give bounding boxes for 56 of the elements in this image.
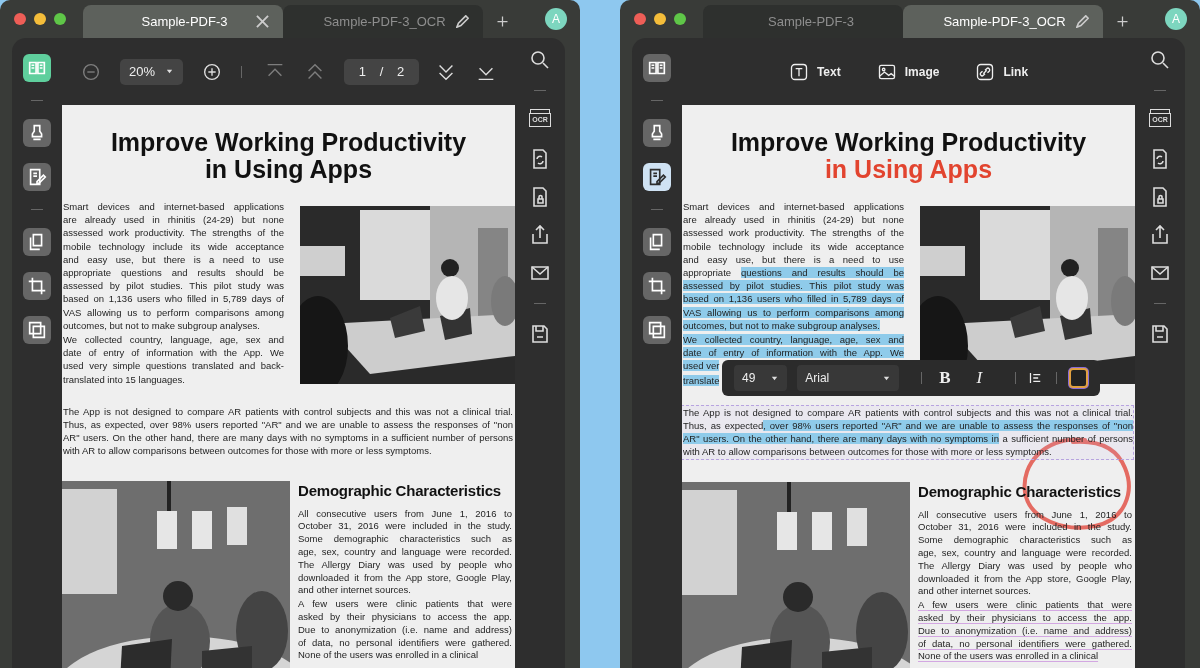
book-button[interactable]: [23, 54, 51, 82]
italic-button[interactable]: I: [968, 368, 991, 388]
document-title: Improve Working Productivity: [729, 129, 1088, 156]
tab[interactable]: Sample-PDF-3_OCR: [283, 5, 483, 38]
window-zoom-button[interactable]: [674, 13, 686, 25]
plus-icon[interactable]: [1115, 14, 1130, 29]
close-icon[interactable]: [256, 15, 269, 28]
paragraph: Smart devices and internet-based applications are already used in rhinitis (24-29) but none assessed work productivity. The strengths of the mobile technology include its wide acceptance and easy use, but there is a need to use appropriate questions and results should be assessed by pilot studies. This pilot study was based on 1,136 users who filled in 5,789 days of VAS allowing us to perform comparisons among outcomes, but not to make subgroup analyses.: [682, 200, 905, 333]
paragraph: A few users were clinic patients that were asked by their physicians to access the app. Due to anonymization (i.e. name and address) of data, no personal identifiers were gathered. None of the users was enrolled in a clinical: [917, 598, 1133, 664]
paragraph: We collected country, language, age, sex and date of entry of information with the App. We used very simple questions translated and back- translated into 15 languages.: [62, 333, 285, 387]
link-tool-icon: [975, 61, 996, 82]
paragraph: The App is not designed to compare AR patients with control subjects and this was not a clinical trial. Thus, as expected, over 98% users reported "AR" and we are unable to assess the responses of "non AR" users. On the other hand, there are many days with no symptoms in a sufficient number of persons with AR to allow comparisons between outcomes for those with more or less symptoms.: [62, 404, 514, 459]
font-size-dropdown[interactable]: 49: [734, 365, 788, 391]
tab[interactable]: Sample-PDF-3_OCR: [903, 5, 1103, 38]
document-title: in Using Apps: [204, 156, 373, 183]
caret-icon: [165, 67, 174, 76]
stack-icon: [646, 319, 668, 341]
window-minimize-button[interactable]: [654, 13, 666, 25]
stack-icon: [26, 319, 48, 341]
pages-button[interactable]: [643, 228, 671, 256]
image-tool-button[interactable]: Image: [876, 61, 940, 82]
crop-button[interactable]: [643, 272, 671, 300]
window-zoom-button[interactable]: [54, 13, 66, 25]
pages-button[interactable]: [23, 228, 51, 256]
window-close-button[interactable]: [634, 13, 646, 25]
paragraph: Smart devices and internet-based applications are already used in rhinitis (24-29) but none assessed work productivity. The strengths of the mobile technology include its wide acceptance and easy use, but there is a need to use appropriate questions and results should be assessed by pilot studies. This pilot study was based on 1,136 users who filled in 5,789 days of VAS allowing us to perform comparisons among outcomes, but not to make subgroup analyses.: [62, 200, 285, 333]
tab[interactable]: Sample-PDF-3: [703, 5, 903, 38]
marker-button[interactable]: [23, 119, 51, 147]
window-minimize-button[interactable]: [34, 13, 46, 25]
font-dropdown[interactable]: Arial: [797, 365, 899, 391]
page-field[interactable]: 1 / 2: [343, 58, 419, 85]
paragraph: All consecutive users from June 1, 2016 to October 31, 2016 were included in the study. Some demographic characteristics such as age, sex, country and language were recorded. The Allergy Diary was used by people who downloaded it from the App store, Google Play, and other internet sources.: [297, 506, 513, 598]
crop-icon: [646, 275, 668, 297]
window-close-button[interactable]: [14, 13, 26, 25]
book-button[interactable]: [643, 54, 671, 82]
edit-button[interactable]: [643, 163, 671, 191]
link-tool-button[interactable]: Link: [975, 61, 1029, 82]
edit-button[interactable]: [23, 163, 51, 191]
section-heading: Demographic Characteristics: [298, 480, 502, 501]
plus-icon[interactable]: [495, 14, 510, 29]
crop-icon: [26, 275, 48, 297]
marker-button[interactable]: [643, 119, 671, 147]
color-picker-button[interactable]: [1069, 368, 1088, 388]
pencil-icon[interactable]: [1076, 15, 1089, 28]
text-tool-icon: [788, 61, 809, 82]
text-tool-button[interactable]: Text: [788, 61, 841, 82]
pencil-icon[interactable]: [456, 15, 469, 28]
paragraph: A few users were clinic patients that were asked by their physicians to access the app. Due to anonymization (i.e. name and address) of data, no personal identifiers were gathered. None of the users was enrolled in a clinical: [297, 597, 513, 663]
document-title: Improve Working Productivity: [109, 129, 468, 156]
tab[interactable]: Sample-PDF-3: [83, 5, 283, 38]
document-title: in Using Apps: [824, 156, 993, 183]
stack-button[interactable]: [643, 316, 671, 344]
zoom-dropdown[interactable]: 20%: [120, 58, 183, 85]
bold-button[interactable]: B: [933, 368, 957, 388]
stack-button[interactable]: [23, 316, 51, 344]
crop-button[interactable]: [23, 272, 51, 300]
